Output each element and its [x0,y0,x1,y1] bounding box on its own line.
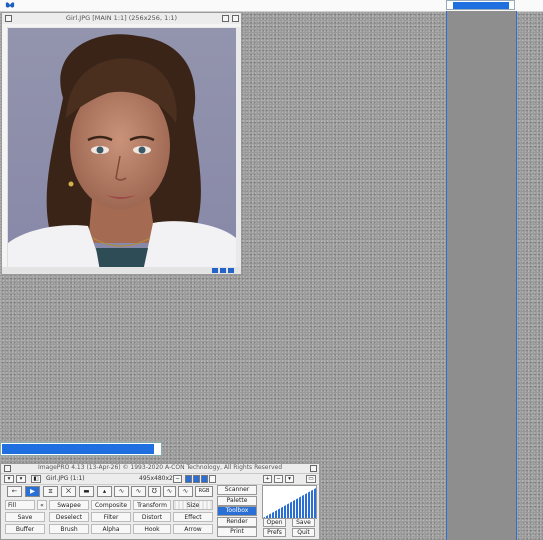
hook-command[interactable]: Hook [133,524,171,534]
filter-command[interactable]: Filter [91,512,131,522]
print-menu-item[interactable]: Print [217,527,257,537]
restore-icon[interactable] [222,15,229,22]
arrow-left-tool-icon[interactable]: ← [7,486,22,497]
panel-scrollbar-thumb[interactable] [453,2,509,9]
channel-g-icon[interactable] [193,475,200,483]
smudge-tool-icon[interactable]: ∿ [131,486,146,497]
channel-r-icon[interactable] [185,475,192,483]
rectangle-tool-icon[interactable]: ▬ [79,486,94,497]
toolbox-title: ImagePRO 4.13 (13-Apr-26) © 1993-2020 A-… [1,464,319,474]
image-status-bar [2,267,241,274]
fill-command[interactable]: Fill [5,500,35,510]
fill-options-icon[interactable]: « [37,500,47,510]
magic-wand-tool-icon[interactable]: ⨉ [61,486,76,497]
effect-command[interactable]: Effect [173,512,213,522]
quit-button[interactable]: Quit [292,528,315,537]
portrait-image [8,28,236,271]
warp-tool-icon[interactable]: ∿ [178,486,193,497]
minus-curve-icon[interactable]: − [274,475,283,483]
prefs-button[interactable]: Prefs [263,528,286,537]
progress-bar [0,442,162,456]
stamp-tool-icon[interactable]: ℧ [148,486,161,497]
side-panel [446,11,517,540]
image-window: Girl.JPG [MAIN 1:1] (256x256, 1:1) [1,12,242,275]
plus-icon[interactable]: + [263,475,272,483]
wave-tool-icon[interactable]: ∿ [163,486,176,497]
toolbox-menu-item[interactable]: Toolbox [217,506,257,516]
zoom-in-icon[interactable] [228,268,234,273]
minus-icon[interactable]: − [173,475,182,483]
distort-command[interactable]: Distort [133,512,171,522]
rgb-tool-icon[interactable]: RGB [195,486,213,497]
close-icon[interactable] [232,15,239,22]
brush-tool-icon[interactable]: ∿ [114,486,129,497]
render-menu-item[interactable]: Render [217,516,257,527]
channel-b-icon[interactable] [201,475,208,483]
curve-preview[interactable] [262,485,317,519]
progress-fill [2,444,154,454]
image-name: Girl.JPG (1:1) [46,475,85,482]
image-window-title: Girl.JPG [MAIN 1:1] (256x256, 1:1) [65,14,178,22]
zoom-fit-icon[interactable] [220,268,226,273]
palette-menu-item[interactable]: Palette [217,495,257,506]
toolbox-menu-icon[interactable] [4,465,11,472]
buffer-command[interactable]: Buffer [5,524,45,534]
side-menu: Scanner Palette Toolbox Render Print [217,485,259,538]
scanner-menu-item[interactable]: Scanner [217,485,257,495]
panel-scrollbar-header[interactable] [446,0,515,10]
save-button[interactable]: Save [292,518,315,527]
composite-command[interactable]: Composite [91,500,131,510]
image-size: 495x480x24 [139,475,177,482]
zoom-out-icon[interactable] [212,268,218,273]
channel-a-icon[interactable] [209,475,216,483]
ruler-top [2,24,241,27]
arrow-command[interactable]: Arrow [173,524,213,534]
deselect-command[interactable]: Deselect [49,512,89,522]
curve-menu-icon[interactable]: ▾ [285,475,294,483]
layer-icon[interactable]: ◧ [31,475,41,483]
lasso-tool-icon[interactable]: ⧖ [43,486,58,497]
butterfly-icon[interactable] [5,1,15,10]
open-button[interactable]: Open [263,518,286,527]
size-command[interactable]: Size [173,500,213,510]
curve-close-icon[interactable]: ▭ [306,475,316,483]
fill-tool-icon[interactable]: ▴ [97,486,112,497]
select-tool-icon[interactable]: ▶ [25,486,40,497]
swapee-command[interactable]: Swapee [49,500,89,510]
toolbox-window: ImagePRO 4.13 (13-Apr-26) © 1993-2020 A-… [0,463,320,540]
image-canvas[interactable] [8,28,236,271]
toolbox-info-row: ▾ ▾ ◧ Girl.JPG (1:1) 495x480x24 − + − ▾ … [1,474,319,485]
save-command[interactable]: Save [5,512,45,522]
dropdown-chevron-icon[interactable]: ▾ [4,475,14,483]
curve-graph [263,488,316,518]
toolbox-close-icon[interactable] [310,465,317,472]
chevron-down-icon[interactable]: ▾ [16,475,26,483]
transform-command[interactable]: Transform [133,500,171,510]
alpha-command[interactable]: Alpha [91,524,131,534]
brush-command[interactable]: Brush [49,524,89,534]
